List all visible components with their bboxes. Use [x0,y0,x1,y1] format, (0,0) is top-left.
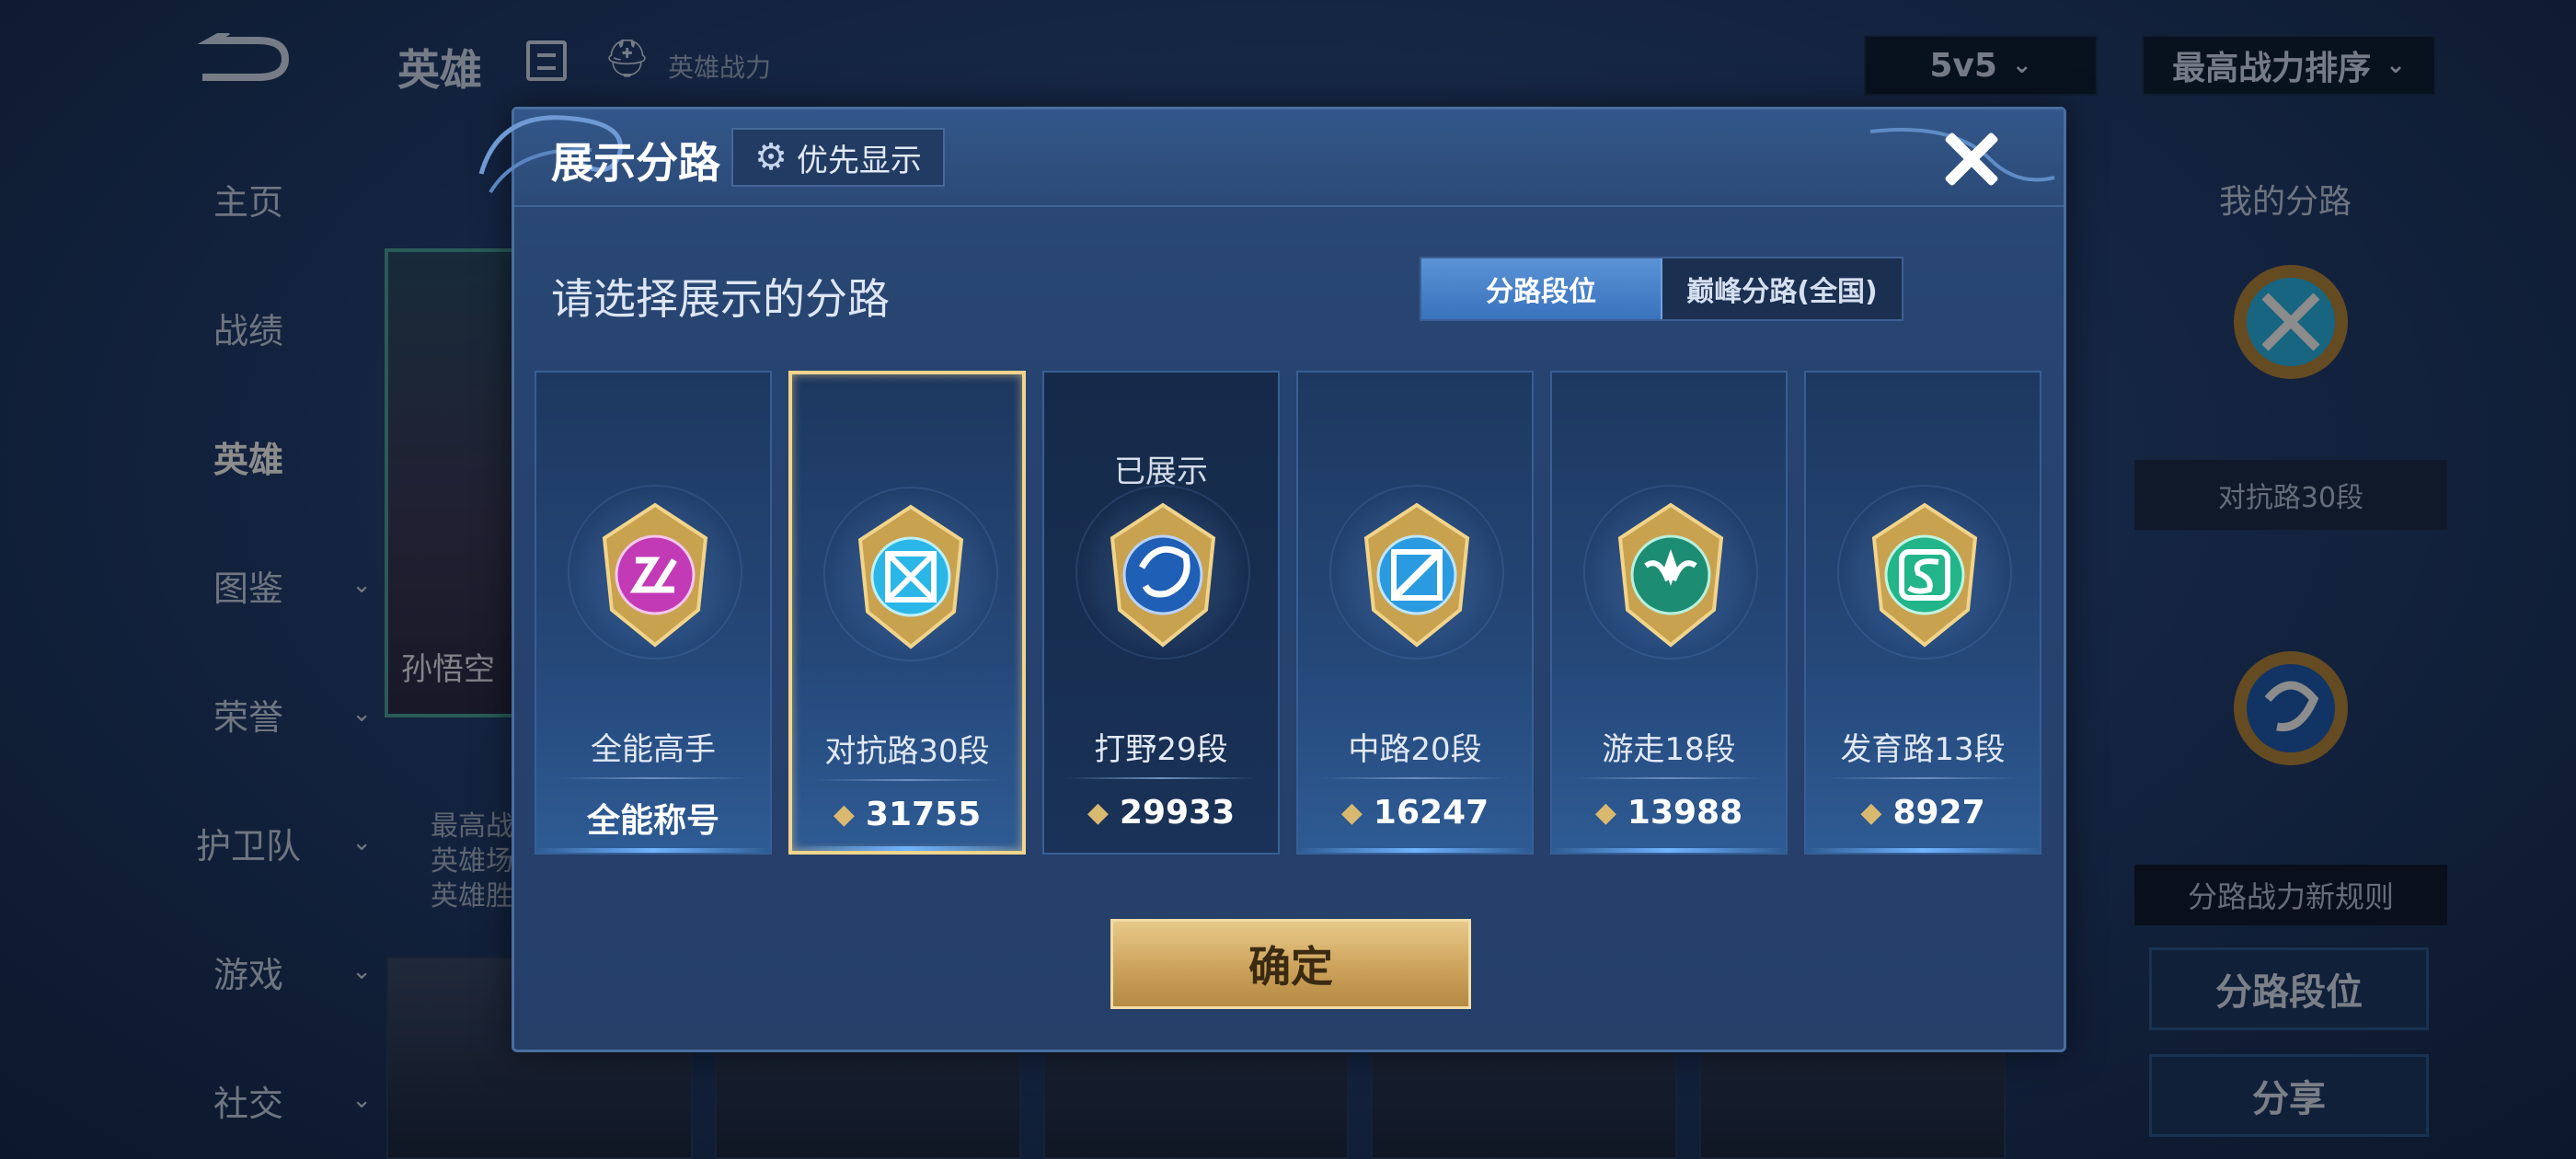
lane-name: 中路20段 [1348,731,1482,768]
side-nav-item-honor[interactable]: 荣誉 ⌄ [138,686,372,741]
lane-card-roam[interactable]: 游走18段 ◆ 13988 [1550,371,1788,855]
hero-power-label[interactable]: 英雄战力 [668,48,771,85]
jungle-icon [1110,502,1216,648]
my-lane-rank: 对抗路30段 [2134,460,2447,530]
side-nav-label: 荣誉 [213,696,283,738]
side-nav-label: 图鉴 [213,568,283,609]
chevron-down-icon: ⌄ [2011,52,2032,79]
lane-score: 全能称号 [536,794,770,842]
lane-score-value: 8927 [1892,794,1985,832]
lane-score: ◆ 31755 [792,796,1022,833]
lane-type-toggle: 分路段位 巅峰分路(全国) [1420,257,1903,321]
side-nav-item-codex[interactable]: 图鉴 ⌄ [138,557,372,613]
side-nav-label: 英雄 [213,439,283,480]
divider [558,777,748,779]
confirm-button[interactable]: 确定 [1110,919,1471,1009]
lane-score-value: 31755 [865,796,982,833]
lane-power-rules-link[interactable]: 分路战力新规则 [2134,865,2447,925]
mode-dropdown-value: 5v5 [1929,46,1997,85]
side-nav-label: 战绩 [213,310,283,351]
hero-stat-line: 最高战 [431,810,513,843]
lane-name: 游走18段 [1602,731,1736,768]
divider [1066,777,1256,779]
lane-card-jungle[interactable]: 已展示 打野29段 ◆ 29933 [1042,371,1280,855]
chevron-down-icon: ⌄ [351,958,372,985]
back-button[interactable] [193,28,294,88]
side-nav-item-hero[interactable]: 英雄 [138,429,359,484]
tab-peak-lane[interactable]: 巅峰分路(全国) [1662,258,1902,319]
lane-score-value: 13988 [1627,794,1743,832]
divider [1320,777,1510,779]
priority-display-label: 优先显示 [796,142,922,179]
dialog-title: 展示分路 [551,138,720,188]
power-icon: ◆ [1087,797,1109,829]
sort-dropdown-value: 最高战力排序 [2172,50,2372,87]
lane-score: ◆ 8927 [1806,794,2040,832]
all-round-icon [602,502,708,648]
side-nav-label: 护卫队 [195,825,301,866]
chevron-down-icon: ⌄ [2386,52,2406,79]
chevron-down-icon: ⌄ [351,1086,372,1114]
hero-stat-line: 英雄场 [431,845,513,878]
side-nav-item-record[interactable]: 战绩 [138,300,359,355]
side-nav-item-social[interactable]: 社交 ⌄ [138,1073,372,1128]
clash-lane-icon [857,504,964,649]
lane-score: ◆ 29933 [1044,794,1278,832]
gear-icon: ⚙ [754,136,788,178]
lane-name: 对抗路30段 [824,733,990,770]
sort-dropdown[interactable]: 最高战力排序 ⌄ [2142,35,2436,96]
my-lane-title: 我的分路 [2219,183,2352,221]
display-lane-dialog: 展示分路 ⚙ 优先显示 请选择展示的分路 分路段位 巅峰分路(全国) 全能高手 … [478,107,2066,1052]
chevron-down-icon: ⌄ [351,700,372,728]
side-nav-item-guard[interactable]: 护卫队 ⌄ [138,815,372,870]
share-button[interactable]: 分享 [2149,1054,2429,1137]
side-nav-label: 游戏 [213,954,283,995]
dialog-subtitle: 请选择展示的分路 [551,274,890,324]
dialog-header: 展示分路 ⚙ 优先显示 [478,109,2064,207]
side-nav-item-game[interactable]: 游戏 ⌄ [138,944,372,999]
power-icon: ◆ [833,798,855,831]
priority-display-button[interactable]: ⚙ 优先显示 [731,128,945,187]
jungle-badge-icon [2234,651,2348,765]
back-arrow-icon [197,28,290,81]
lane-score: ◆ 13988 [1552,794,1786,832]
power-icon: ◆ [1860,797,1882,829]
roam-icon [1617,502,1724,648]
page-title: 英雄 [397,45,482,95]
farm-lane-icon [1871,502,1978,648]
lane-score: ◆ 16247 [1298,794,1532,832]
power-icon: ◆ [1594,797,1616,829]
helmet-icon: ⛑ [604,38,650,80]
chevron-down-icon: ⌄ [351,571,372,599]
hero-name: 孙悟空 [401,651,495,688]
lane-score-value: 全能称号 [586,802,719,840]
lane-rank-button[interactable]: 分路段位 [2149,947,2429,1030]
lane-card-farm[interactable]: 发育路13段 ◆ 8927 [1804,371,2041,855]
divider [1828,777,2018,779]
lane-card-list: 全能高手 全能称号 对抗路30段 ◆ 31755 已展示 打野29段 ◆ 299… [535,371,2043,855]
hero-stat-line: 英雄胜 [431,880,513,912]
side-nav-label: 社交 [213,1083,283,1124]
divider [1574,777,1764,779]
clash-lane-badge-icon [2234,265,2348,379]
mode-dropdown[interactable]: 5v5 ⌄ [1864,35,2098,96]
lane-name: 发育路13段 [1840,731,2006,768]
divider [814,779,1000,781]
lane-card-clash[interactable]: 对抗路30段 ◆ 31755 [788,371,1026,855]
side-nav-item-home[interactable]: 主页 [138,171,359,226]
power-icon: ◆ [1340,797,1363,829]
side-nav-label: 主页 [213,181,283,223]
lane-name: 打野29段 [1094,731,1228,768]
hero-stats: 最高战 英雄场 英雄胜 [431,809,513,914]
lane-name: 全能高手 [591,731,716,768]
close-icon[interactable] [1935,122,2008,196]
lane-score-value: 29933 [1119,794,1236,832]
lane-score-value: 16247 [1373,794,1489,832]
lane-card-mid[interactable]: 中路20段 ◆ 16247 [1296,371,1534,855]
lane-card-all-round[interactable]: 全能高手 全能称号 [535,371,772,855]
list-icon[interactable] [526,40,567,81]
tab-lane-rank[interactable]: 分路段位 [1421,258,1662,319]
chevron-down-icon: ⌄ [351,829,372,856]
mid-lane-icon [1363,502,1470,648]
